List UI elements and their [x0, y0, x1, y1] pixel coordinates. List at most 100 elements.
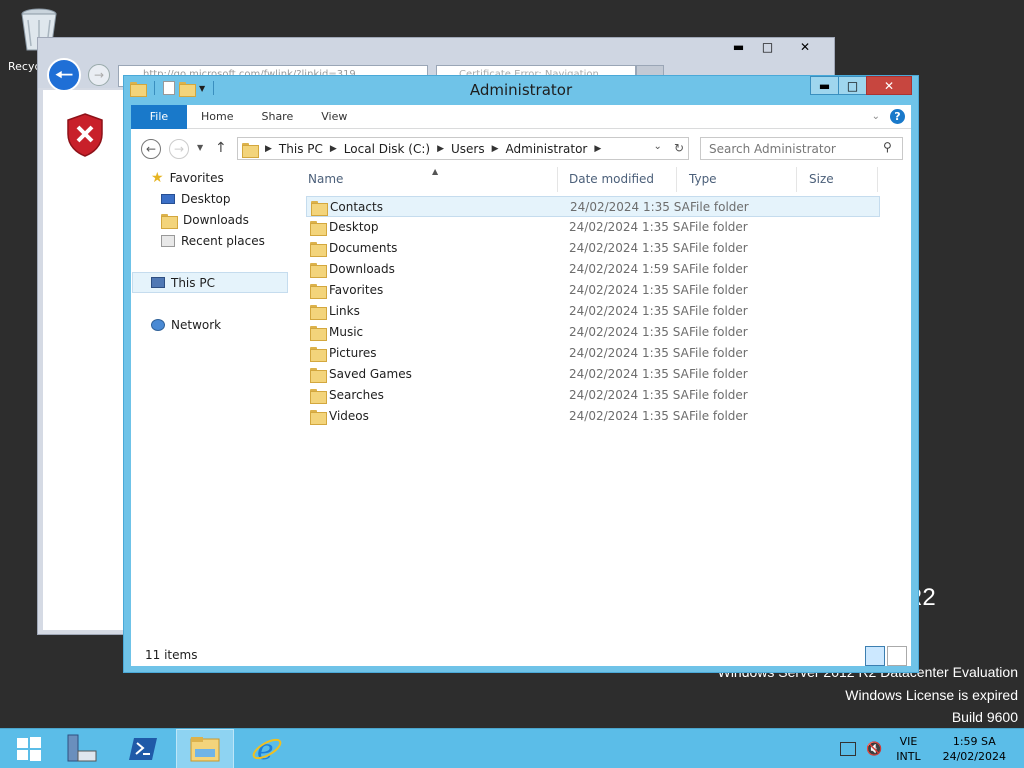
breadcrumb-separator-icon[interactable]: ▶	[594, 144, 601, 154]
nav-recent-places-label: Recent places	[181, 233, 265, 248]
maximize-button[interactable]: □	[838, 76, 867, 95]
explorer-window[interactable]: ▼ Administrator ▬ □ ✕ File Home Share Vi…	[123, 75, 919, 673]
table-row[interactable]: Desktop 24/02/2024 1:35 SA File folder	[306, 217, 880, 238]
folder-icon	[310, 220, 327, 236]
file-type: File folder	[689, 409, 748, 423]
table-row[interactable]: Favorites 24/02/2024 1:35 SA File folder	[306, 280, 880, 301]
svg-text:e: e	[257, 733, 274, 765]
file-explorer-button[interactable]	[176, 729, 234, 768]
clock[interactable]: 1:59 SA 24/02/2024	[943, 734, 1006, 764]
watermark-build: Build 9600	[951, 709, 1018, 725]
nav-recent-places[interactable]: Recent places	[161, 230, 265, 251]
ie-forward-button[interactable]: →	[88, 64, 110, 86]
column-header-date[interactable]: Date modified	[563, 167, 677, 192]
windows-logo-icon	[17, 737, 41, 761]
breadcrumb-separator-icon[interactable]: ▶	[330, 144, 337, 154]
network-status-icon[interactable]	[840, 742, 857, 756]
expand-ribbon-icon[interactable]: ⌄	[872, 111, 880, 122]
ribbon-right: ⌄ ?	[872, 109, 905, 124]
search-input[interactable]: Search Administrator	[700, 137, 903, 160]
file-date: 24/02/2024 1:35 SA	[569, 220, 689, 234]
table-row[interactable]: Links 24/02/2024 1:35 SA File folder	[306, 301, 880, 322]
tab-view[interactable]: View	[307, 105, 361, 129]
large-icons-view-icon[interactable]	[887, 646, 907, 666]
breadcrumb-local-disk[interactable]: Local Disk (C:)	[344, 142, 430, 156]
help-icon[interactable]: ?	[890, 109, 905, 124]
breadcrumb-separator-icon[interactable]: ▶	[492, 144, 499, 154]
nav-network[interactable]: Network	[151, 314, 221, 335]
recent-locations-chevron-icon[interactable]: ▼	[197, 143, 203, 152]
powershell-button[interactable]	[114, 729, 172, 768]
internet-explorer-button[interactable]: e	[238, 729, 296, 768]
nav-network-label: Network	[171, 317, 222, 332]
server-manager-button[interactable]	[52, 729, 110, 768]
speaker-muted-icon[interactable]: 🔇	[866, 742, 882, 757]
explorer-titlebar[interactable]: ▼ Administrator ▬ □ ✕	[124, 76, 918, 105]
table-row[interactable]: Searches 24/02/2024 1:35 SA File folder	[306, 385, 880, 406]
nav-downloads[interactable]: Downloads	[161, 209, 249, 230]
file-date: 24/02/2024 1:35 SA	[569, 409, 689, 423]
column-header-size[interactable]: Size	[803, 167, 878, 192]
ie-close-button[interactable]: ✕	[782, 38, 828, 57]
window-controls: ▬ □ ✕	[810, 76, 912, 95]
nav-desktop[interactable]: Desktop	[161, 188, 231, 209]
nav-this-pc[interactable]: This PC	[132, 272, 288, 293]
ie-minimize-button[interactable]: ▬	[724, 38, 753, 57]
back-button[interactable]: ←	[141, 139, 161, 159]
breadcrumb-separator-icon[interactable]: ▶	[437, 144, 444, 154]
refresh-icon[interactable]: ↻	[674, 141, 684, 155]
file-date: 24/02/2024 1:35 SA	[569, 346, 689, 360]
tab-share[interactable]: Share	[247, 105, 307, 129]
language-indicator[interactable]: VIE INTL	[896, 734, 920, 764]
folder-icon	[310, 388, 327, 404]
file-name: Documents	[329, 241, 398, 255]
breadcrumb-separator-icon[interactable]: ▶	[265, 144, 272, 154]
table-row[interactable]: Downloads 24/02/2024 1:59 SA File folder	[306, 259, 880, 280]
minimize-button[interactable]: ▬	[810, 76, 839, 95]
folder-icon	[310, 367, 327, 383]
table-row[interactable]: Videos 24/02/2024 1:35 SA File folder	[306, 406, 880, 427]
start-button[interactable]	[0, 729, 58, 768]
file-name: Downloads	[329, 262, 395, 276]
ie-maximize-button[interactable]: □	[753, 38, 782, 57]
column-name-label: Name	[308, 172, 344, 186]
forward-button[interactable]: →	[169, 139, 189, 159]
file-date: 24/02/2024 1:35 SA	[569, 367, 689, 381]
table-row[interactable]: Documents 24/02/2024 1:35 SA File folder	[306, 238, 880, 259]
table-row[interactable]: Music 24/02/2024 1:35 SA File folder	[306, 322, 880, 343]
table-row[interactable]: Contacts 24/02/2024 1:35 SA File folder	[306, 196, 880, 217]
item-count: 11 items	[145, 648, 198, 662]
table-row[interactable]: Saved Games 24/02/2024 1:35 SA File folder	[306, 364, 880, 385]
file-list: Name ▲ Date modified Type Size Contacts 2…	[296, 167, 886, 647]
folder-icon	[242, 142, 259, 158]
tab-file[interactable]: File	[131, 104, 187, 129]
language-top: VIE	[899, 735, 918, 748]
file-name: Pictures	[329, 346, 377, 360]
address-bar[interactable]: ▶ This PC ▶ Local Disk (C:) ▶ Users ▶ Ad…	[237, 137, 689, 160]
nav-downloads-label: Downloads	[183, 212, 249, 227]
star-icon: ★	[151, 169, 164, 186]
file-type: File folder	[689, 367, 748, 381]
search-icon[interactable]: ⚲	[883, 140, 903, 154]
breadcrumb-this-pc[interactable]: This PC	[279, 142, 323, 156]
folder-icon	[310, 241, 327, 257]
taskbar: e 🔇 VIE INTL 1:59 SA 24/02/2024	[0, 728, 1024, 768]
table-row[interactable]: Pictures 24/02/2024 1:35 SA File folder	[306, 343, 880, 364]
breadcrumb-users[interactable]: Users	[451, 142, 485, 156]
file-type: File folder	[689, 304, 748, 318]
column-header-type[interactable]: Type	[683, 167, 797, 192]
folder-icon	[310, 262, 327, 278]
breadcrumb-administrator[interactable]: Administrator	[506, 142, 588, 156]
file-date: 24/02/2024 1:35 SA	[570, 200, 690, 214]
tab-home[interactable]: Home	[187, 105, 247, 129]
nav-favorites[interactable]: ★ Favorites	[151, 167, 224, 188]
ie-back-button[interactable]: 🠔	[47, 58, 81, 92]
status-bar: 11 items	[131, 646, 911, 666]
close-button[interactable]: ✕	[866, 76, 912, 95]
sort-ascending-icon: ▲	[432, 167, 439, 176]
details-view-icon[interactable]	[865, 646, 885, 666]
column-header-name[interactable]: Name ▲	[302, 167, 558, 192]
clock-date: 24/02/2024	[942, 750, 1006, 763]
up-arrow-icon[interactable]: ↑	[215, 140, 227, 156]
address-history-chevron-icon[interactable]: ⌄	[654, 141, 662, 155]
